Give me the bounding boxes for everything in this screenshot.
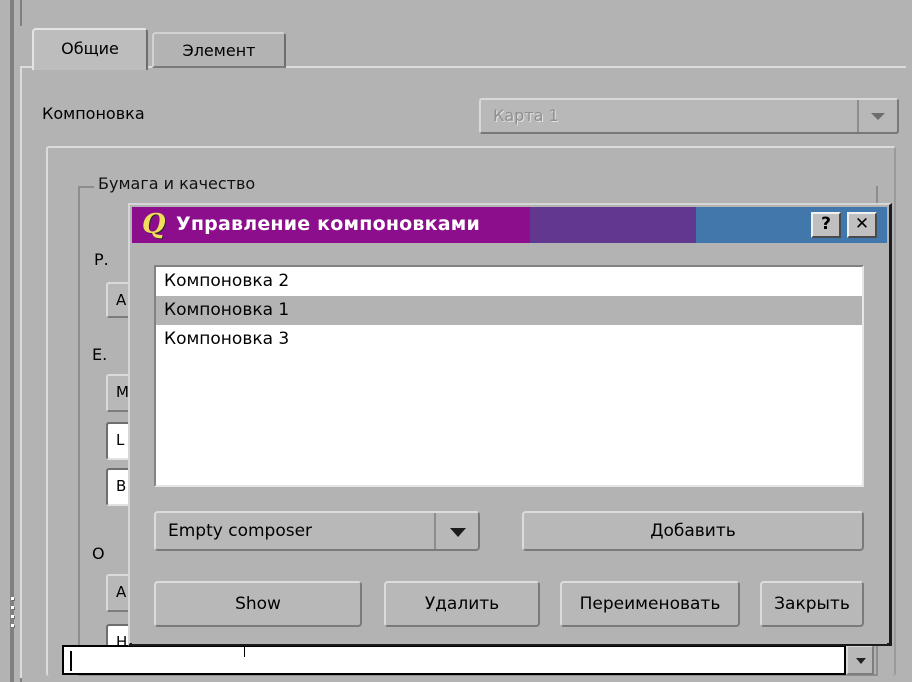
dialog-body: Компоновка 2 Компоновка 1 Компоновка 3 E… [132, 243, 887, 644]
tab-element[interactable]: Элемент [152, 32, 286, 68]
ruler-tick [244, 647, 245, 657]
list-item[interactable]: Компоновка 2 [156, 267, 862, 296]
paper-quality-groupbox-title: Бумага и качество [94, 174, 260, 193]
tab-strip: Общие Элемент [20, 26, 906, 70]
bottom-text-input[interactable] [62, 645, 846, 675]
rename-button[interactable]: Переименовать [560, 581, 740, 627]
map-combo[interactable]: Карта 1 [479, 98, 899, 134]
close-icon[interactable]: ✕ [847, 212, 877, 238]
paper-size-label: Р. [94, 250, 109, 269]
dialog-titlebar[interactable]: Q Управление компоновками ? ✕ [132, 207, 887, 243]
composition-label: Компоновка [42, 104, 145, 123]
dialog-title: Управление компоновками [176, 213, 480, 235]
show-button[interactable]: Show [154, 581, 362, 627]
add-button[interactable]: Добавить [522, 511, 864, 551]
tab-general[interactable]: Общие [32, 28, 148, 70]
help-button[interactable]: ? [811, 212, 841, 238]
left-rail [0, 0, 12, 682]
chevron-down-icon [871, 113, 885, 120]
chevron-down-icon [450, 528, 466, 537]
map-combo-arrow-box[interactable] [857, 100, 897, 132]
units-label: Е. [92, 345, 108, 364]
template-combo-value: Empty composer [168, 521, 313, 541]
titlebar-band-violet [530, 207, 696, 243]
template-combo[interactable]: Empty composer [154, 511, 480, 551]
orientation-label: О [92, 544, 105, 563]
close-button[interactable]: Закрыть [760, 581, 864, 627]
bottom-spin-down-button[interactable] [846, 645, 874, 675]
text-cursor [70, 651, 72, 671]
list-item[interactable]: Компоновка 1 [156, 296, 862, 325]
composer-manager-dialog: Q Управление компоновками ? ✕ Компоновка… [128, 203, 892, 646]
map-combo-value: Карта 1 [493, 106, 559, 125]
template-combo-arrow-box[interactable] [434, 513, 478, 549]
list-item[interactable]: Компоновка 3 [156, 325, 862, 354]
chevron-down-icon [856, 658, 866, 664]
composer-listbox[interactable]: Компоновка 2 Компоновка 1 Компоновка 3 [154, 265, 864, 487]
qgis-q-icon: Q [142, 209, 166, 240]
screen: Общие Элемент Компоновка Карта 1 Бумага … [0, 0, 912, 682]
delete-button[interactable]: Удалить [384, 581, 540, 627]
panel-grip-handle[interactable] [10, 597, 17, 645]
